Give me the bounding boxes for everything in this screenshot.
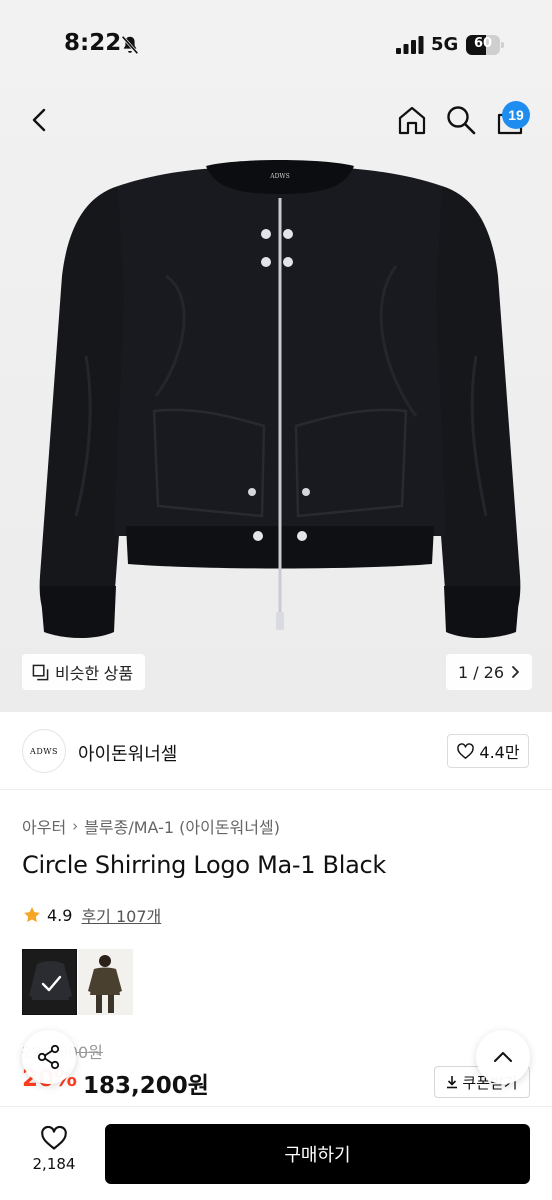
product-image-gallery[interactable]: 19 ADWS 비슷한 상품 1 / 26 (0, 90, 552, 712)
cart-count-badge: 19 (502, 101, 530, 129)
brand-name[interactable]: 아이돈워너셀 (78, 740, 177, 766)
brand-like-button[interactable]: 4.4만 (447, 734, 529, 768)
bottom-action-bar: 2,184 구매하기 (0, 1106, 552, 1200)
product-photo: ADWS (39, 160, 521, 638)
chevron-right-icon: › (72, 817, 79, 835)
chevron-right-icon (512, 666, 519, 678)
page-counter-text: 1 / 26 (457, 662, 505, 682)
battery-indicator: 60 (466, 35, 504, 55)
similar-icon (32, 664, 49, 680)
status-time: 8:22 (64, 30, 122, 56)
breadcrumb-category[interactable]: 아우터 (22, 814, 66, 838)
home-icon[interactable] (394, 102, 430, 138)
bell-slash-icon (121, 35, 139, 55)
garment-brand-mark: ADWS (269, 173, 289, 180)
similar-products-button[interactable]: 비슷한 상품 (22, 654, 146, 690)
product-title: Circle Shirring Logo Ma-1 Black (22, 851, 386, 879)
signal-icon (396, 36, 424, 54)
heart-icon (41, 1125, 67, 1150)
wishlist-button[interactable]: 2,184 (22, 1125, 86, 1181)
scroll-top-button[interactable] (476, 1030, 530, 1084)
share-icon (37, 1044, 60, 1070)
heart-icon (457, 742, 475, 759)
brand-like-count: 4.4만 (479, 743, 520, 762)
brand-logo-text: ADWS (30, 746, 58, 756)
wishlist-count: 2,184 (32, 1155, 76, 1173)
brand-row[interactable]: ADWS 아이돈워너셀 4.4만 (0, 712, 552, 790)
breadcrumb: 아우터 › 블루종/MA-1 (아이돈워너셀) (22, 814, 280, 838)
color-options (22, 949, 133, 1015)
battery-level: 60 (473, 36, 493, 51)
breadcrumb-subcategory[interactable]: 블루종/MA-1 (아이돈워너셀) (84, 814, 280, 838)
color-option-black[interactable] (22, 949, 77, 1015)
download-icon (447, 1076, 458, 1089)
similar-products-label: 비슷한 상품 (55, 666, 134, 683)
review-count-link[interactable]: 후기 107개 (81, 903, 161, 927)
rating-value: 4.9 (47, 905, 73, 925)
image-page-counter[interactable]: 1 / 26 (446, 654, 532, 690)
buy-button[interactable]: 구매하기 (105, 1124, 530, 1184)
search-icon[interactable] (443, 102, 479, 138)
star-icon (24, 907, 40, 923)
sale-price: 183,200원 (83, 1073, 209, 1099)
back-icon[interactable] (22, 102, 58, 138)
rating-row: 4.9 후기 107개 (22, 903, 161, 927)
brand-logo[interactable]: ADWS (22, 729, 66, 773)
network-label: 5G (431, 34, 459, 55)
chevron-up-icon (494, 1052, 512, 1062)
color-option-khaki[interactable] (78, 949, 133, 1015)
status-bar: 8:22 5G 60 (0, 0, 552, 90)
share-button[interactable] (22, 1030, 76, 1084)
